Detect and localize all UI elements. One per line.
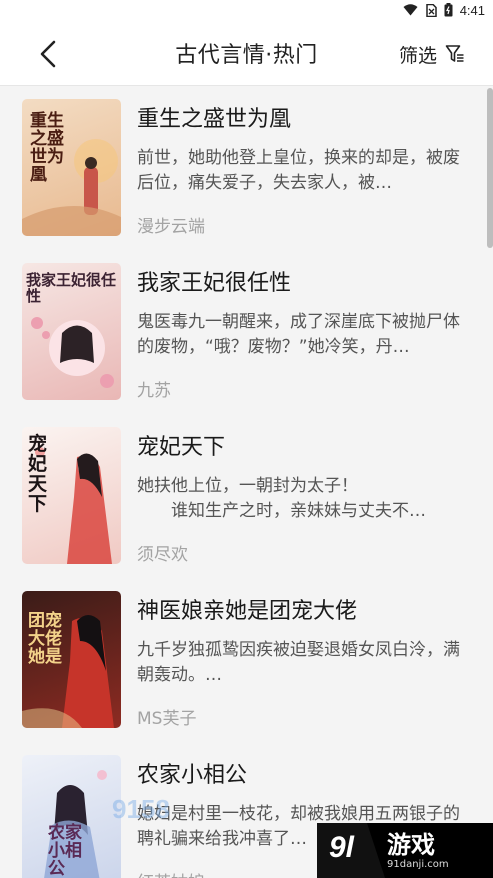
watermark-brand: 游戏	[387, 830, 435, 859]
scrollbar[interactable]	[487, 88, 493, 248]
book-item[interactable]: 我家王妃很任性 我家王妃很任性 鬼医毒九一朝醒来，成了深崖底下被抛尸体的废物，“…	[0, 250, 493, 414]
book-item[interactable]: 团宠大佬她是 神医娘亲她是团宠大佬 九千岁独孤鸷因疾被迫娶退婚女凤白泠，满朝轰动…	[0, 578, 493, 742]
book-author: 漫步云端	[137, 217, 205, 237]
cover-title: 团宠大佬她是	[28, 611, 62, 667]
wifi-icon	[403, 4, 418, 16]
faint-watermark-logo: 9158	[112, 794, 170, 824]
book-cover: 宠妃天下	[22, 427, 121, 564]
cover-title: 农家小相公	[48, 823, 82, 878]
no-sim-icon	[425, 3, 437, 17]
book-author: 红茶姑娘	[137, 868, 205, 878]
book-cover: 重生之盛世为凰	[22, 99, 121, 236]
status-time: 4:41	[459, 2, 485, 18]
battery-icon	[444, 3, 453, 17]
book-list[interactable]: 重生之盛世为凰 重生之盛世为凰 前世，她助他登上皇位，换来的却是，被废后位，痛失…	[0, 86, 493, 878]
book-title: 农家小相公	[137, 763, 248, 788]
watermark-logo-text: 9l	[329, 831, 355, 864]
site-watermark: 9l 游戏 91danji.com	[317, 823, 493, 878]
cover-title: 我家王妃很任性	[26, 271, 117, 305]
book-item[interactable]: 宠妃天下 宠妃天下 她扶他上位，一朝封为太子！ 谁知生产之时，亲妹妹与丈夫不… …	[0, 414, 493, 578]
cover-title: 重生之盛世为凰	[30, 111, 64, 185]
status-bar: 4:41	[0, 0, 493, 20]
book-item[interactable]: 重生之盛世为凰 重生之盛世为凰 前世，她助他登上皇位，换来的却是，被废后位，痛失…	[0, 86, 493, 250]
cover-title: 宠妃天下	[28, 433, 48, 515]
book-description: 前世，她助他登上皇位，换来的却是，被废后位，痛失爱子，失去家人，被…	[137, 148, 460, 193]
watermark-logo: 9l	[317, 823, 385, 878]
book-description: 九千岁独孤鸷因疾被迫娶退婚女凤白泠，满朝轰动。…	[137, 640, 460, 685]
book-cover: 团宠大佬她是	[22, 591, 121, 728]
filter-button[interactable]: 筛选	[399, 40, 465, 68]
book-cover: 农家小相公	[22, 755, 121, 878]
book-description: 鬼医毒九一朝醒来，成了深崖底下被抛尸体的废物，“哦？废物？”她冷笑，丹…	[137, 312, 460, 357]
app-bar: 古代言情·热门 筛选	[0, 20, 493, 86]
book-title: 我家王妃很任性	[137, 271, 292, 296]
book-title: 神医娘亲她是团宠大佬	[137, 599, 358, 624]
book-author: 九苏	[137, 381, 171, 401]
watermark-url: 91danji.com	[387, 858, 449, 870]
book-description: 她扶他上位，一朝封为太子！ 谁知生产之时，亲妹妹与丈夫不…	[137, 476, 426, 521]
book-title: 重生之盛世为凰	[137, 107, 292, 132]
book-title: 宠妃天下	[137, 435, 226, 460]
book-author: MS芙子	[137, 709, 197, 729]
book-cover: 我家王妃很任性	[22, 263, 121, 400]
filter-icon	[445, 45, 464, 62]
filter-label: 筛选	[398, 44, 437, 67]
book-author: 须尽欢	[137, 545, 188, 565]
